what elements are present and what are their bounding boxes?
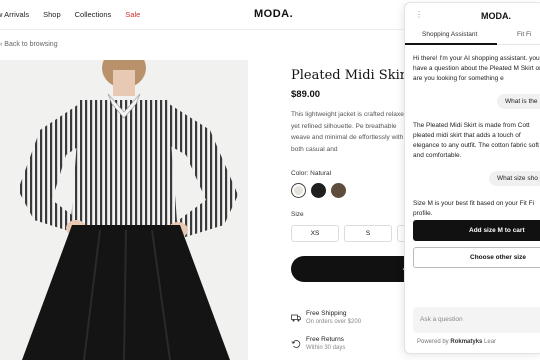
free-returns-title: Free Returns xyxy=(306,336,344,343)
return-icon xyxy=(291,340,301,348)
product-image xyxy=(0,60,248,360)
swatch-black[interactable] xyxy=(311,183,326,198)
swatch-brown[interactable] xyxy=(331,183,346,198)
user-message: What is the xyxy=(497,94,540,109)
learn-more-link[interactable]: Lear xyxy=(484,339,496,345)
swatch-natural[interactable] xyxy=(291,183,306,198)
powered-by-footer: Powered by Rokmatyks Lear xyxy=(417,339,496,345)
back-link-label: Back to browsing xyxy=(4,41,58,48)
color-label: Color: Natural xyxy=(291,170,332,177)
nav-new-arrivals[interactable]: w Arrivals xyxy=(0,10,29,19)
size-s-button[interactable]: S xyxy=(344,225,392,242)
nav-sale[interactable]: Sale xyxy=(125,10,140,19)
ask-question-input[interactable]: Ask a question xyxy=(413,307,540,333)
size-xs-button[interactable]: XS xyxy=(291,225,339,242)
shopping-assistant-panel: ⋮ MODA. Shopping Assistant Fit Fi Hi the… xyxy=(404,2,540,354)
product-page: w Arrivals Shop Collections Sale MODA. ‹… xyxy=(0,0,540,360)
tab-shopping-assistant[interactable]: Shopping Assistant xyxy=(422,31,477,38)
nav-collections[interactable]: Collections xyxy=(75,10,112,19)
free-shipping-title: Free Shipping xyxy=(306,310,347,317)
back-to-browsing-link[interactable]: ‹ Back to browsing xyxy=(0,41,58,48)
free-returns-sub: Within 30 days xyxy=(306,345,346,351)
tab-fit-finder[interactable]: Fit Fi xyxy=(517,31,531,38)
top-nav: w Arrivals Shop Collections Sale MODA. xyxy=(0,0,405,30)
product-price: $89.00 xyxy=(291,89,321,100)
product-title: Pleated Midi Skirt xyxy=(291,68,412,83)
model-photo xyxy=(18,60,238,360)
assistant-size-answer: Size M is your best fit based on your Fi… xyxy=(413,200,535,217)
nav-links: w Arrivals Shop Collections Sale xyxy=(0,10,140,19)
assistant-answer: The Pleated Midi Skirt is made from Cott… xyxy=(413,122,539,159)
choose-other-size-button[interactable]: Choose other size xyxy=(413,247,540,268)
powered-by-brand: Rokmatyks xyxy=(450,339,483,345)
add-to-cart-button[interactable]: A xyxy=(291,256,421,282)
kebab-icon[interactable]: ⋮ xyxy=(415,10,423,19)
size-label: Size xyxy=(291,211,304,218)
nav-shop[interactable]: Shop xyxy=(43,10,61,19)
powered-by-label: Powered by xyxy=(417,339,449,345)
active-tab-indicator xyxy=(405,43,497,45)
user-message: What size sho xyxy=(489,171,540,186)
assistant-logo: MODA. xyxy=(481,11,511,21)
assistant-greeting: Hi there! I'm your AI shopping assistant… xyxy=(413,55,540,82)
brand-logo[interactable]: MODA. xyxy=(254,8,293,20)
product-description: This lightweight jacket is crafted relax… xyxy=(291,111,408,153)
truck-icon xyxy=(291,314,301,322)
add-size-m-to-cart-button[interactable]: Add size M to cart xyxy=(413,220,540,241)
free-shipping-sub: On orders over $200 xyxy=(306,319,362,325)
